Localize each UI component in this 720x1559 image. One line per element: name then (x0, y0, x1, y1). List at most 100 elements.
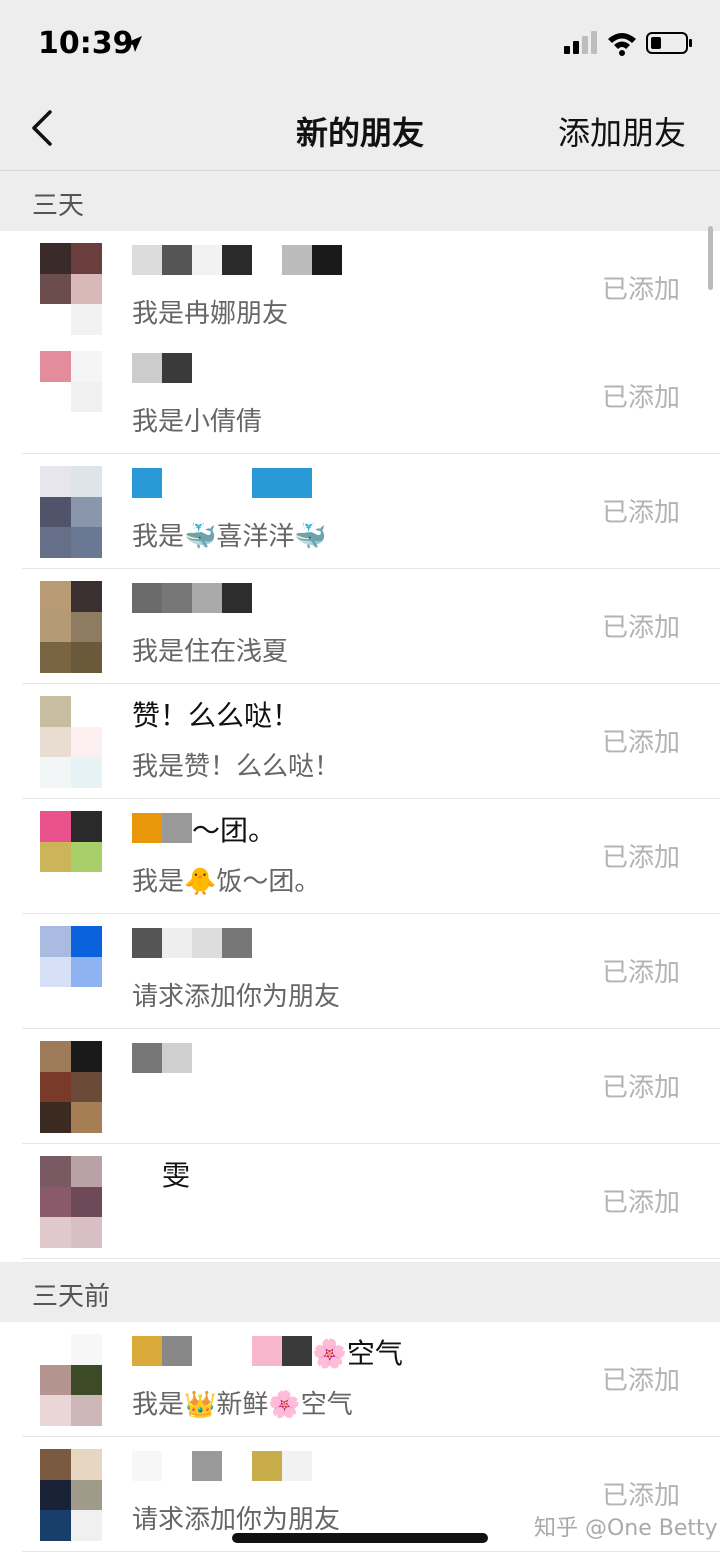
avatar-mosaic-tile (71, 304, 102, 335)
avatar-mosaic-tile (71, 1102, 102, 1133)
friend-request-row[interactable]: 我是冉娜朋友 已添加 (0, 231, 720, 346)
avatar-mosaic-tile (40, 381, 71, 413)
avatar-mosaic-tile (71, 642, 102, 673)
avatar-mosaic-tile (71, 726, 102, 758)
mosaic-tile (192, 1451, 222, 1481)
request-message: 请求添加你为朋友 (132, 982, 341, 1012)
avatar-mosaic-tile (40, 872, 71, 903)
navigation-bar: 新的朋友 添加朋友 (0, 88, 720, 171)
mosaic-tile (282, 1336, 312, 1366)
avatar[interactable] (40, 581, 102, 673)
request-message: 请求添加你为朋友 (132, 1505, 341, 1535)
avatar[interactable] (40, 1334, 102, 1426)
friend-name: 雯 (162, 1159, 191, 1192)
section-label: 三天前 (32, 1282, 111, 1312)
request-message: 我是小倩倩 (132, 407, 263, 437)
avatar-mosaic-tile (40, 956, 71, 988)
name-redaction-mosaic (132, 245, 342, 275)
friend-request-row[interactable]: 我是小倩倩 已添加 (0, 339, 720, 454)
avatar-mosaic-tile (40, 1156, 71, 1187)
avatar[interactable] (40, 926, 102, 1018)
mosaic-tile (162, 1336, 192, 1366)
avatar-mosaic-tile (40, 926, 71, 957)
friend-request-row[interactable]: 已添加 (0, 1029, 720, 1144)
row-divider (22, 1258, 720, 1259)
mosaic-tile (132, 583, 162, 613)
avatar-mosaic-tile (71, 811, 102, 842)
avatar-mosaic-tile (40, 351, 71, 382)
friend-request-row[interactable]: 🌸空气 我是👑新鲜🌸空气 已添加 (0, 1322, 720, 1437)
mosaic-tile (132, 1336, 162, 1366)
avatar-mosaic-tile (40, 1364, 71, 1396)
mosaic-tile (252, 468, 282, 498)
mosaic-tile (132, 928, 162, 958)
avatar-mosaic-tile (40, 1041, 71, 1072)
avatar[interactable] (40, 696, 102, 788)
avatar-mosaic-tile (71, 466, 102, 497)
name-redaction-mosaic (132, 1043, 252, 1073)
avatar-mosaic-tile (71, 1479, 102, 1511)
avatar-mosaic-tile (71, 351, 102, 382)
added-status: 已添加 (601, 728, 680, 758)
add-friend-button[interactable]: 添加朋友 (558, 108, 686, 154)
avatar-mosaic-tile (40, 1510, 71, 1541)
avatar-mosaic-tile (40, 696, 71, 727)
avatar-mosaic-tile (71, 1156, 102, 1187)
avatar[interactable] (40, 1156, 102, 1248)
avatar[interactable] (40, 811, 102, 903)
friend-name: 赞！么么哒！ (132, 699, 301, 732)
mosaic-tile (192, 928, 222, 958)
request-message: 我是住在浅夏 (132, 637, 289, 667)
avatar-mosaic-tile (71, 926, 102, 957)
avatar-mosaic-tile (71, 1395, 102, 1426)
scroll-indicator[interactable] (708, 226, 713, 290)
avatar[interactable] (40, 1449, 102, 1541)
friend-request-row[interactable]: 我是🐳喜洋洋🐳 已添加 (0, 454, 720, 569)
battery-icon (646, 32, 692, 54)
mosaic-tile (132, 353, 162, 383)
avatar-mosaic-tile (71, 496, 102, 528)
avatar-mosaic-tile (40, 1186, 71, 1218)
mosaic-tile (222, 245, 252, 275)
avatar[interactable] (40, 1041, 102, 1133)
avatar-mosaic-tile (40, 611, 71, 643)
friend-request-row[interactable]: 雯已添加 (0, 1144, 720, 1259)
mosaic-tile (192, 1043, 222, 1073)
avatar-mosaic-tile (40, 1334, 71, 1365)
mosaic-tile (222, 1043, 252, 1073)
avatar-mosaic-tile (40, 496, 71, 528)
mosaic-tile (252, 245, 282, 275)
request-message: 我是赞！么么哒！ (132, 752, 341, 782)
wifi-icon (608, 33, 636, 56)
avatar[interactable] (40, 351, 102, 443)
avatar-mosaic-tile (71, 1186, 102, 1218)
avatar-mosaic-tile (71, 527, 102, 558)
mosaic-tile (252, 1336, 282, 1366)
added-status: 已添加 (601, 1481, 680, 1511)
row-divider (22, 1551, 720, 1552)
section-header-recent: 三天 (0, 171, 720, 231)
friend-request-row[interactable]: 请求添加你为朋友 已添加 (0, 914, 720, 1029)
mosaic-tile (132, 1158, 162, 1188)
avatar[interactable] (40, 466, 102, 558)
avatar-mosaic-tile (40, 527, 71, 558)
avatar[interactable] (40, 243, 102, 335)
avatar-mosaic-tile (40, 581, 71, 612)
mosaic-tile (132, 245, 162, 275)
mosaic-tile (192, 1336, 222, 1366)
name-redaction-mosaic (132, 1158, 162, 1188)
mosaic-tile (162, 1043, 192, 1073)
mosaic-tile (282, 1451, 312, 1481)
added-status: 已添加 (601, 275, 680, 305)
mosaic-tile (222, 1336, 252, 1366)
home-indicator[interactable] (232, 1533, 488, 1543)
added-status: 已添加 (601, 958, 680, 988)
avatar-mosaic-tile (71, 1334, 102, 1365)
friend-request-row[interactable]: 赞！么么哒！ 我是赞！么么哒！ 已添加 (0, 684, 720, 799)
mosaic-tile (282, 468, 312, 498)
back-chevron-icon[interactable] (24, 108, 64, 148)
avatar-mosaic-tile (71, 1510, 102, 1541)
mosaic-tile (222, 1451, 252, 1481)
friend-request-row[interactable]: 我是住在浅夏 已添加 (0, 569, 720, 684)
friend-request-row[interactable]: ～团。 我是🐥饭～团。 已添加 (0, 799, 720, 914)
